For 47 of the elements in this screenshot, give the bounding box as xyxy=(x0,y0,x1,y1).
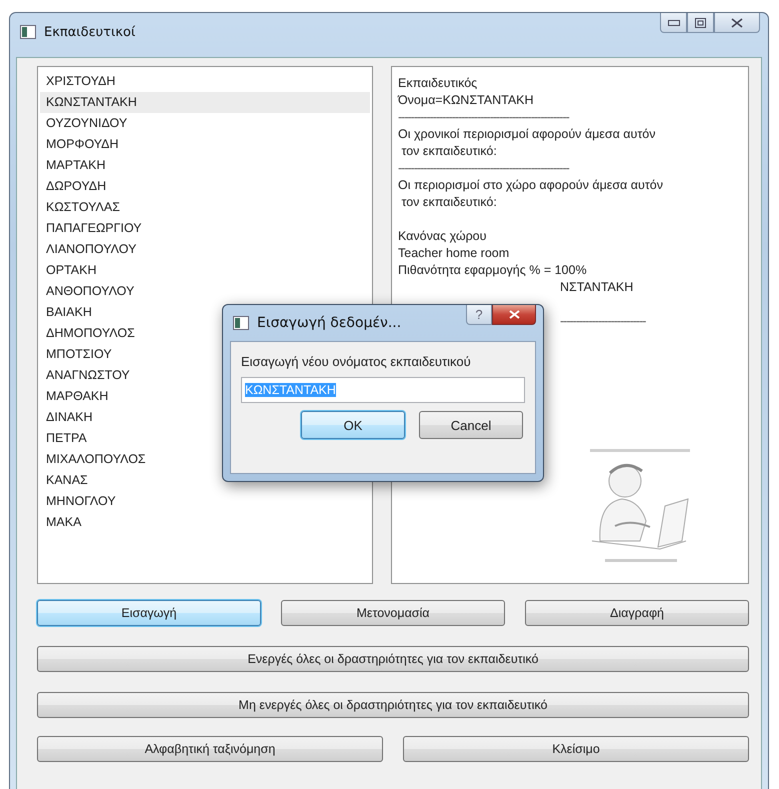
teacher-list-item[interactable]: ΜΑΡΤΑΚΗ xyxy=(40,155,370,176)
close-button[interactable] xyxy=(492,305,536,325)
info-text: Οι χρονικοί περιορισμοί αφορούν άμεσα αυτόν τον εκπαιδευτικό: xyxy=(398,126,656,160)
dialog-title: Εισαγωγή δεδομέν... xyxy=(257,315,402,331)
info-text: Εκπαιδευτικός xyxy=(398,75,478,92)
dialog-button[interactable]: OK xyxy=(301,411,405,439)
dialog-icon xyxy=(233,316,249,330)
info-text: Όνομα=ΚΩΝΣΤΑΝΤΑΚΗ xyxy=(398,92,535,109)
teacher-list-item[interactable]: ΚΩΣΤΟΥΛΑΣ xyxy=(40,197,370,218)
minimize-button[interactable] xyxy=(660,13,687,33)
info-text: Οι περιορισμοί στο χώρο αφορούν άμεσα αυτόν τον εκπαιδευτικό: xyxy=(398,177,664,211)
teacher-list-item[interactable]: ΟΥΖΟΥΝΙΔΟΥ xyxy=(40,113,370,134)
teacher-list-item[interactable]: ΜΗΝΟΓΛΟΥ xyxy=(40,491,370,512)
info-text: ΝΣΤΑΝΤΑΚΗ xyxy=(560,280,634,294)
close-button[interactable] xyxy=(714,13,760,33)
teacher-list-item[interactable]: ΔΩΡΟΥΔΗ xyxy=(40,176,370,197)
teacher-list-item[interactable]: ΛΙΑΝΟΠΟΥΛΟΥ xyxy=(40,239,370,260)
minimize-icon xyxy=(668,20,680,26)
close-icon xyxy=(508,310,520,319)
dashed-separator: ------------------------------------------------------ xyxy=(398,109,570,126)
info-text: Πιθανότητα εφαρμογής % = 100% xyxy=(398,262,588,279)
teacher-list-item[interactable]: ΜΑΚΑ xyxy=(40,512,370,533)
push-button[interactable]: Ενεργές όλες οι δραστηριότητες για τον εκπαιδευτικό xyxy=(37,646,749,672)
teacher-list-item[interactable]: ΠΑΠΑΓΕΩΡΓΙΟΥ xyxy=(40,218,370,239)
push-button[interactable]: Εισαγωγή xyxy=(37,600,261,626)
dashed-separator: ------------------------------------------------------ xyxy=(398,160,570,177)
close-icon xyxy=(731,18,743,28)
info-text: Κανόνας χώρου xyxy=(398,228,488,245)
push-button[interactable]: Κλείσιμο xyxy=(403,736,749,762)
push-button[interactable]: Αλφαβητική ταξινόμηση xyxy=(37,736,383,762)
info-text: Teacher home room xyxy=(398,245,510,262)
push-button[interactable]: Μη ενεργές όλες οι δραστηριότητες για τον εκπαιδευτικό xyxy=(37,692,749,718)
window-title: Εκπαιδευτικοί xyxy=(44,24,136,40)
push-button[interactable]: Διαγραφή xyxy=(525,600,749,626)
maximize-icon xyxy=(695,18,706,28)
teacher-list-item[interactable]: ΧΡΙΣΤΟΥΔΗ xyxy=(40,71,370,92)
teacher-list-item[interactable]: ΑΝΘΟΠΟΥΛΟΥ xyxy=(40,281,370,302)
teacher-list-item[interactable]: ΚΩΝΣΤΑΝΤΑΚΗ xyxy=(40,92,370,113)
window-icon xyxy=(20,25,36,39)
help-button[interactable]: ? xyxy=(466,305,492,325)
push-button[interactable]: Μετονομασία xyxy=(281,600,505,626)
dialog-prompt: Εισαγωγή νέου ονόματος εκπαιδευτικού xyxy=(241,354,472,369)
dialog-button[interactable]: Cancel xyxy=(419,411,523,439)
maximize-button[interactable] xyxy=(687,13,714,33)
dashed-separator: --------------------------- xyxy=(560,314,646,328)
teacher-list-item[interactable]: ΟΡΤΑΚΗ xyxy=(40,260,370,281)
teacher-list-item[interactable]: ΜΟΡΦΟΥΔΗ xyxy=(40,134,370,155)
